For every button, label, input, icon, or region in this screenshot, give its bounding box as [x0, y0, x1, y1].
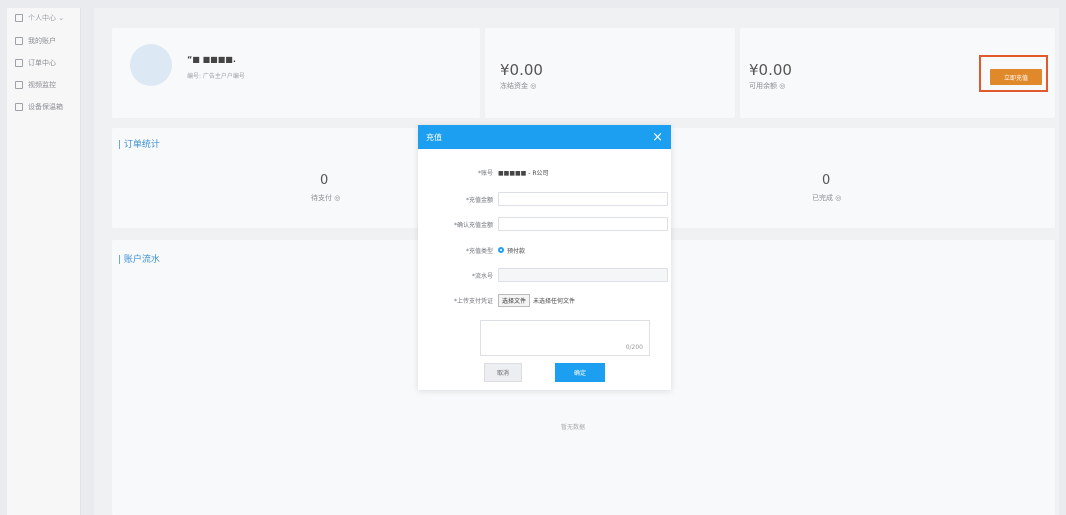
- sidebar-item-my-account[interactable]: 我的账户: [7, 30, 80, 52]
- confirm-amount-input[interactable]: [498, 217, 668, 231]
- sidebar-item-label: 个人中心 ⌄: [28, 14, 65, 22]
- serial-input[interactable]: [498, 268, 668, 282]
- upload-label: *上传支付凭证: [453, 297, 493, 305]
- amount-input[interactable]: [498, 192, 668, 206]
- empty-label: 暂无数据: [561, 424, 586, 431]
- freeze-card: ¥0.00 冻结资金 ◎: [485, 28, 735, 118]
- stat-label-pending: 待支付 ◎: [311, 194, 341, 202]
- sidebar-item-order-center[interactable]: 订单中心: [7, 52, 80, 74]
- type-value: 预付款: [507, 247, 526, 255]
- ok-button[interactable]: 确定: [555, 363, 605, 382]
- account-row: *账号 ■■■■■ - R公司: [418, 164, 671, 180]
- account-label: *账号: [477, 169, 493, 177]
- type-label: *充值类型: [465, 247, 493, 255]
- freeze-label: 冻结资金 ◎: [500, 82, 537, 90]
- remark-textarea[interactable]: 0/200: [480, 320, 650, 356]
- order-icon: [15, 59, 23, 67]
- stat-label-done: 已完成 ◎: [812, 194, 842, 202]
- amount-row: *充值金额: [418, 191, 671, 207]
- close-icon[interactable]: ×: [652, 131, 663, 144]
- usable-label: 可用余额 ◎: [749, 82, 786, 90]
- dialog-header: 充值 ×: [418, 125, 671, 149]
- freeze-amount: ¥0.00: [500, 61, 543, 79]
- confirm-amount-row: *确认充值金额: [418, 216, 671, 232]
- video-icon: [15, 81, 23, 89]
- sidebar-item-label: 订单中心: [28, 59, 56, 67]
- dialog-title: 充值: [426, 132, 442, 142]
- upload-row: *上传支付凭证 选择文件 未选择任何文件: [418, 292, 671, 308]
- choose-file-button[interactable]: 选择文件: [498, 293, 531, 307]
- sidebar-item-label: 设备保温箱: [28, 103, 63, 111]
- serial-label: *流水号: [471, 272, 493, 280]
- stat-value-done: 0: [822, 173, 831, 188]
- cancel-button[interactable]: 取消: [484, 363, 522, 382]
- file-status: 未选择任何文件: [533, 297, 576, 305]
- sidebar-item-device[interactable]: 设备保温箱: [7, 96, 80, 118]
- account-icon: [15, 37, 23, 45]
- sidebar-item-personal-center[interactable]: 个人中心 ⌄: [7, 8, 80, 28]
- device-icon: [15, 103, 23, 111]
- type-row: *充值类型 预付款: [418, 242, 671, 258]
- sidebar-item-label: 我的账户: [28, 37, 56, 45]
- sidebar-item-label: 视频监控: [28, 81, 56, 89]
- radio-prepay[interactable]: [498, 247, 504, 253]
- usable-amount: ¥0.00: [749, 61, 792, 79]
- sidebar: 个人中心 ⌄ 我的账户 订单中心 视频监控 设备保温箱: [7, 8, 81, 515]
- sidebar-item-video[interactable]: 视频监控: [7, 74, 80, 96]
- home-icon: [15, 14, 23, 22]
- avatar: [130, 44, 172, 86]
- profile-card: “■ ■■■■. 编号: 广告主户户编号: [112, 28, 480, 118]
- account-value: ■■■■■ - R公司: [498, 169, 549, 177]
- profile-subtitle: 编号: 广告主户户编号: [187, 73, 245, 80]
- profile-name: “■ ■■■■.: [187, 55, 236, 64]
- account-flow-title: | 账户流水: [118, 255, 160, 265]
- highlight-box: [979, 55, 1048, 92]
- amount-label: *充值金额: [465, 196, 493, 204]
- serial-row: *流水号: [418, 267, 671, 283]
- remark-count: 0/200: [625, 344, 643, 351]
- confirm-amount-label: *确认充值金额: [453, 221, 493, 229]
- order-stats-title: | 订单统计: [118, 140, 160, 150]
- stat-value-pending: 0: [320, 173, 329, 188]
